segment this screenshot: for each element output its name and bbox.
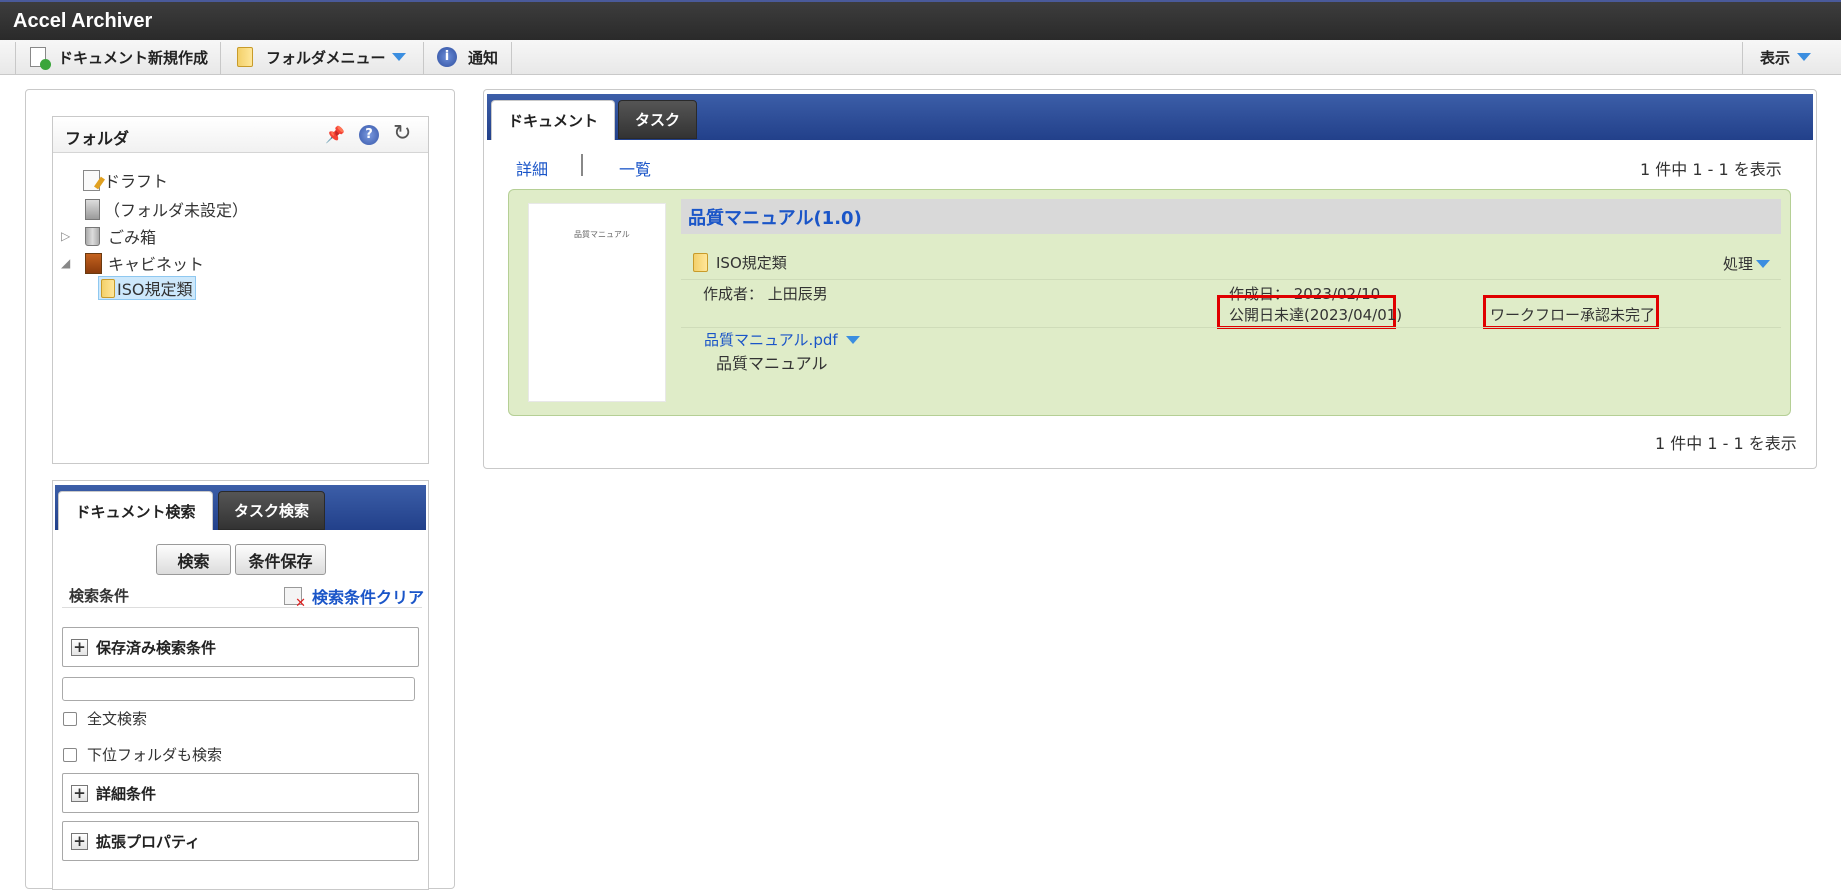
info-icon: i <box>437 47 457 67</box>
list-view-link[interactable]: 一覧 <box>619 156 651 180</box>
saved-conditions-input[interactable] <box>62 677 415 701</box>
help-icon[interactable]: ? <box>359 125 379 145</box>
folder-menu-button[interactable]: フォルダメニュー <box>237 40 406 74</box>
plus-icon: + <box>71 832 88 850</box>
folder-label: ISO規定類 <box>716 254 787 272</box>
toolbar-divider <box>1742 42 1743 74</box>
checkbox-label: 全文検索 <box>87 710 148 728</box>
expander-label: 詳細条件 <box>96 784 157 803</box>
tree-node-unset[interactable]: （フォルダ未設定） <box>85 197 248 221</box>
thumbnail-text: 品質マニュアル <box>574 230 630 239</box>
checkbox-label: 下位フォルダも検索 <box>87 746 223 764</box>
extended-properties-expander[interactable]: + 拡張プロパティ <box>62 821 419 861</box>
cabinet-icon <box>85 252 102 274</box>
search-conditions-label: 検索条件 <box>69 587 130 605</box>
process-label: 処理 <box>1723 255 1754 273</box>
folder-icon <box>101 278 115 298</box>
expand-icon[interactable]: ▷ <box>61 229 73 243</box>
toolbar-divider <box>15 42 16 74</box>
document-thumbnail[interactable]: 品質マニュアル <box>528 203 666 402</box>
view-divider <box>581 154 583 176</box>
detail-view-link[interactable]: 詳細 <box>516 156 548 180</box>
tree-node-label: キャビネット <box>108 255 205 274</box>
refresh-icon[interactable]: ↻ <box>393 121 411 146</box>
tree-node-label: ドラフト <box>104 172 169 191</box>
folder-menu-label: フォルダメニュー <box>266 48 386 67</box>
fulltext-search-option[interactable]: 全文検索 <box>63 708 147 729</box>
detailed-conditions-expander[interactable]: + 詳細条件 <box>62 773 419 813</box>
search-button[interactable]: 検索 <box>156 544 231 575</box>
toolbar-divider <box>511 42 512 74</box>
expander-label: 保存済み検索条件 <box>96 638 217 657</box>
clear-icon <box>284 587 306 611</box>
attached-file-link[interactable]: 品質マニュアル.pdf <box>704 329 860 350</box>
tree-node-trash[interactable]: ▷ ごみ箱 <box>61 224 156 248</box>
toolbar: ドキュメント新規作成 フォルダメニュー i 通知 表示 <box>0 40 1841 75</box>
unset-folder-icon <box>85 198 100 220</box>
plus-icon: + <box>71 784 88 802</box>
publish-status-text: 公開日未達(2023/04/01) <box>1229 306 1403 324</box>
tree-node-iso-folder[interactable]: ISO規定類 <box>98 276 197 300</box>
title-bar: Accel Archiver <box>0 0 1841 40</box>
new-document-label: ドキュメント新規作成 <box>58 48 209 67</box>
chevron-down-icon <box>1797 53 1812 61</box>
tab-document-search[interactable]: ドキュメント検索 <box>58 491 213 530</box>
new-document-button[interactable]: ドキュメント新規作成 <box>30 40 208 74</box>
tree-node-draft[interactable]: ドラフト <box>83 168 168 192</box>
folder-panel-title: フォルダ <box>65 129 130 148</box>
file-description: 品質マニュアル <box>716 354 828 373</box>
search-button-label: 検索 <box>177 551 210 571</box>
include-subfolders-option[interactable]: 下位フォルダも検索 <box>63 744 222 765</box>
expander-label: 拡張プロパティ <box>96 832 201 851</box>
tab-document[interactable]: ドキュメント <box>491 100 615 140</box>
draft-icon <box>83 169 100 191</box>
divider <box>681 279 1781 280</box>
author-text: 作成者： 上田辰男 <box>703 285 828 303</box>
pin-icon[interactable]: 📌 <box>325 125 345 144</box>
tab-task[interactable]: タスク <box>618 100 697 139</box>
file-name: 品質マニュアル.pdf <box>704 331 838 349</box>
document-folder: ISO規定類 <box>693 252 787 273</box>
tree-node-label: ISO規定類 <box>117 280 193 299</box>
tab-label: タスク <box>634 111 680 129</box>
clear-conditions-label: 検索条件クリア <box>312 588 425 607</box>
result-count-top: 1 件中 1 - 1 を表示 <box>1640 160 1782 179</box>
tree-node-cabinet[interactable]: ◢ キャビネット <box>61 251 204 275</box>
notification-button[interactable]: i 通知 <box>437 40 498 74</box>
plus-icon: + <box>71 638 88 656</box>
clear-conditions-link[interactable]: 検索条件クリア <box>284 584 425 611</box>
divider <box>681 327 1781 328</box>
folder-icon <box>237 47 253 67</box>
divider <box>62 607 422 608</box>
tab-task-search[interactable]: タスク検索 <box>218 491 325 530</box>
chevron-down-icon[interactable] <box>845 335 860 344</box>
saved-conditions-expander[interactable]: + 保存済み検索条件 <box>62 627 419 667</box>
save-condition-label: 条件保存 <box>248 551 313 571</box>
tree-node-label: ごみ箱 <box>108 228 157 247</box>
tab-label: タスク検索 <box>233 502 309 520</box>
process-menu-button[interactable]: 処理 <box>1723 253 1771 274</box>
fulltext-search-checkbox[interactable] <box>63 711 77 726</box>
toolbar-divider <box>220 42 221 74</box>
tab-label: ドキュメント <box>507 112 598 130</box>
folder-icon <box>693 253 708 272</box>
new-document-icon <box>30 47 51 70</box>
include-subfolders-checkbox[interactable] <box>63 747 77 762</box>
display-label: 表示 <box>1760 48 1791 67</box>
workflow-status-text: ワークフロー承認未完了 <box>1490 306 1656 324</box>
trash-icon <box>85 226 100 246</box>
document-title-link[interactable]: 品質マニュアル(1.0) <box>688 204 862 230</box>
collapse-icon[interactable]: ◢ <box>61 256 73 270</box>
tab-label: ドキュメント検索 <box>75 502 196 521</box>
save-condition-button[interactable]: 条件保存 <box>235 544 326 575</box>
display-menu-button[interactable]: 表示 <box>1760 40 1812 74</box>
tree-node-label: （フォルダ未設定） <box>104 201 249 220</box>
result-count-bottom: 1 件中 1 - 1 を表示 <box>1655 434 1797 453</box>
notification-label: 通知 <box>468 48 499 67</box>
toolbar-divider <box>423 42 424 74</box>
folder-panel-header: フォルダ 📌 ? ↻ <box>53 117 428 153</box>
app-title: Accel Archiver <box>13 10 153 32</box>
chevron-down-icon <box>1756 259 1771 268</box>
chevron-down-icon <box>391 53 406 61</box>
